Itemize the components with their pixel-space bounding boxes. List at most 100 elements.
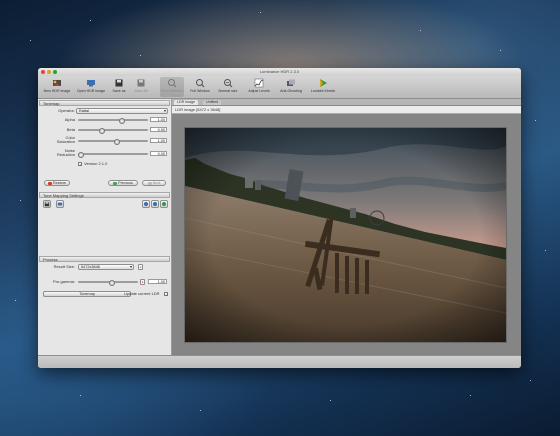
tonemap-section-header[interactable]: Tonemap bbox=[39, 100, 170, 106]
star bbox=[500, 50, 501, 51]
preset-2-button[interactable] bbox=[151, 200, 159, 208]
preset-1-button[interactable] bbox=[142, 200, 150, 208]
image-viewer-area: LDR image Untitled LDR image [5472 x 364… bbox=[172, 99, 521, 368]
checkmark-icon: ✓ bbox=[79, 162, 83, 167]
add-size-button[interactable]: + bbox=[138, 264, 143, 270]
pregamma-field[interactable]: 1.00 bbox=[148, 279, 167, 284]
star bbox=[545, 250, 546, 251]
star bbox=[330, 400, 331, 401]
save-settings-icon bbox=[44, 201, 50, 207]
tonemap-button[interactable]: Tonemap bbox=[43, 291, 131, 297]
result-size-select[interactable]: 5472x3648 bbox=[78, 264, 134, 270]
noise-reduction-label: Noise Reduction bbox=[56, 148, 75, 157]
alpha-slider-knob[interactable] bbox=[118, 118, 125, 124]
preset-icon bbox=[152, 201, 158, 207]
anti-ghosting-icon bbox=[287, 79, 295, 86]
star bbox=[260, 12, 261, 13]
tonemapped-photo[interactable] bbox=[185, 128, 506, 342]
new-hdr-icon bbox=[53, 80, 61, 86]
star bbox=[535, 120, 536, 121]
save-all-icon bbox=[137, 79, 145, 87]
fit-window-button[interactable]: Fit to Window bbox=[160, 77, 184, 97]
noise-reduction-field[interactable]: 0.00 bbox=[150, 151, 167, 156]
preset-icon bbox=[161, 201, 167, 207]
anti-ghosting-button[interactable]: Anti-Ghosting bbox=[278, 77, 304, 97]
full-window-icon bbox=[196, 79, 205, 88]
color-saturation-label: Color Saturation bbox=[56, 135, 75, 144]
save-icon bbox=[115, 79, 123, 87]
version-label: Version 2.1.0 bbox=[84, 161, 108, 166]
lumidnt-button[interactable]: Lumidnt Kinetic bbox=[308, 77, 338, 97]
beta-label: Beta bbox=[66, 127, 75, 132]
alpha-slider[interactable] bbox=[78, 118, 148, 124]
update-ldr-label: Update current LDR bbox=[124, 291, 160, 296]
normal-size-button[interactable]: Normal size bbox=[216, 77, 240, 97]
alpha-label: Alpha bbox=[64, 117, 75, 122]
star bbox=[15, 300, 16, 301]
beta-field[interactable]: 0.90 bbox=[150, 127, 167, 132]
app-window: Luminance HDR 2.3.0 New HDR image Open H… bbox=[38, 68, 521, 368]
update-ldr-checkbox[interactable]: ✓ bbox=[164, 292, 169, 297]
normal-size-icon bbox=[224, 79, 233, 88]
star bbox=[80, 395, 81, 396]
tab-ldr-image[interactable]: LDR image bbox=[174, 100, 198, 105]
tone-mapping-settings-header[interactable]: Tone Mapping Settings bbox=[39, 192, 170, 198]
next-icon bbox=[147, 181, 152, 185]
previous-icon bbox=[113, 181, 118, 185]
star bbox=[470, 395, 471, 396]
title-bar[interactable]: Luminance HDR 2.3.0 bbox=[38, 68, 521, 76]
photo-image bbox=[185, 128, 506, 342]
star bbox=[20, 200, 21, 201]
full-window-button[interactable]: Full Window bbox=[188, 77, 212, 97]
previous-button[interactable]: Previous bbox=[108, 180, 138, 186]
noise-reduction-slider-knob[interactable] bbox=[78, 152, 84, 158]
reset-pregamma-button[interactable]: ● bbox=[140, 279, 145, 285]
pregamma-slider[interactable] bbox=[78, 280, 138, 286]
restore-icon bbox=[47, 181, 52, 185]
preset-3-button[interactable] bbox=[160, 200, 168, 208]
zoom-window-button[interactable] bbox=[53, 70, 57, 74]
beta-slider-knob[interactable] bbox=[99, 128, 106, 134]
star bbox=[200, 410, 201, 411]
result-size-label: Result Size: bbox=[53, 264, 75, 269]
adjust-levels-icon bbox=[254, 78, 264, 88]
operator-select[interactable]: Rattal bbox=[76, 108, 168, 114]
checkmark-icon: ✓ bbox=[165, 292, 169, 297]
save-all-button[interactable]: Save All bbox=[132, 77, 150, 97]
close-window-button[interactable] bbox=[41, 70, 45, 74]
load-settings-button[interactable] bbox=[56, 200, 64, 208]
open-hdr-icon bbox=[87, 80, 95, 87]
color-saturation-slider-knob[interactable] bbox=[114, 139, 121, 145]
tab-untitled[interactable]: Untitled bbox=[203, 100, 222, 105]
beta-slider[interactable] bbox=[78, 128, 148, 134]
save-as-button[interactable]: Save as bbox=[110, 77, 128, 97]
pregamma-label: Pre-gamma: bbox=[52, 279, 75, 284]
star bbox=[530, 380, 531, 381]
adjust-levels-button[interactable]: Adjust Levels bbox=[246, 77, 272, 97]
image-tabs: LDR image Untitled bbox=[172, 99, 521, 106]
process-section-header[interactable]: Process bbox=[39, 256, 170, 262]
reset-icon: ● bbox=[141, 280, 144, 284]
version-checkbox[interactable]: ✓ bbox=[78, 162, 83, 167]
operator-label: Operator: bbox=[58, 108, 75, 113]
minimize-window-button[interactable] bbox=[47, 70, 51, 74]
image-info-bar: LDR image [5472 x 3648] bbox=[172, 106, 521, 114]
color-saturation-field[interactable]: 1.00 bbox=[150, 138, 167, 143]
window-bottom-bar bbox=[38, 355, 521, 368]
window-title: Luminance HDR 2.3.0 bbox=[259, 69, 300, 74]
open-hdr-button[interactable]: Open HDR image bbox=[76, 77, 106, 97]
alpha-field[interactable]: 1.00 bbox=[150, 117, 167, 122]
save-settings-button[interactable] bbox=[43, 200, 51, 208]
star bbox=[90, 20, 91, 21]
tonemap-panel: Tonemap Operator: Rattal Alpha 1.00 Beta… bbox=[38, 99, 172, 368]
noise-reduction-slider[interactable] bbox=[78, 152, 148, 158]
pregamma-slider-knob[interactable] bbox=[108, 280, 115, 286]
next-button[interactable]: Next bbox=[142, 180, 166, 186]
star bbox=[420, 30, 421, 31]
color-saturation-slider[interactable] bbox=[78, 139, 148, 145]
restore-button[interactable]: Restore bbox=[44, 180, 70, 186]
star bbox=[140, 55, 141, 56]
lumidnt-icon bbox=[320, 79, 327, 87]
new-hdr-button[interactable]: New HDR image bbox=[42, 77, 72, 97]
plus-icon: + bbox=[139, 265, 142, 269]
